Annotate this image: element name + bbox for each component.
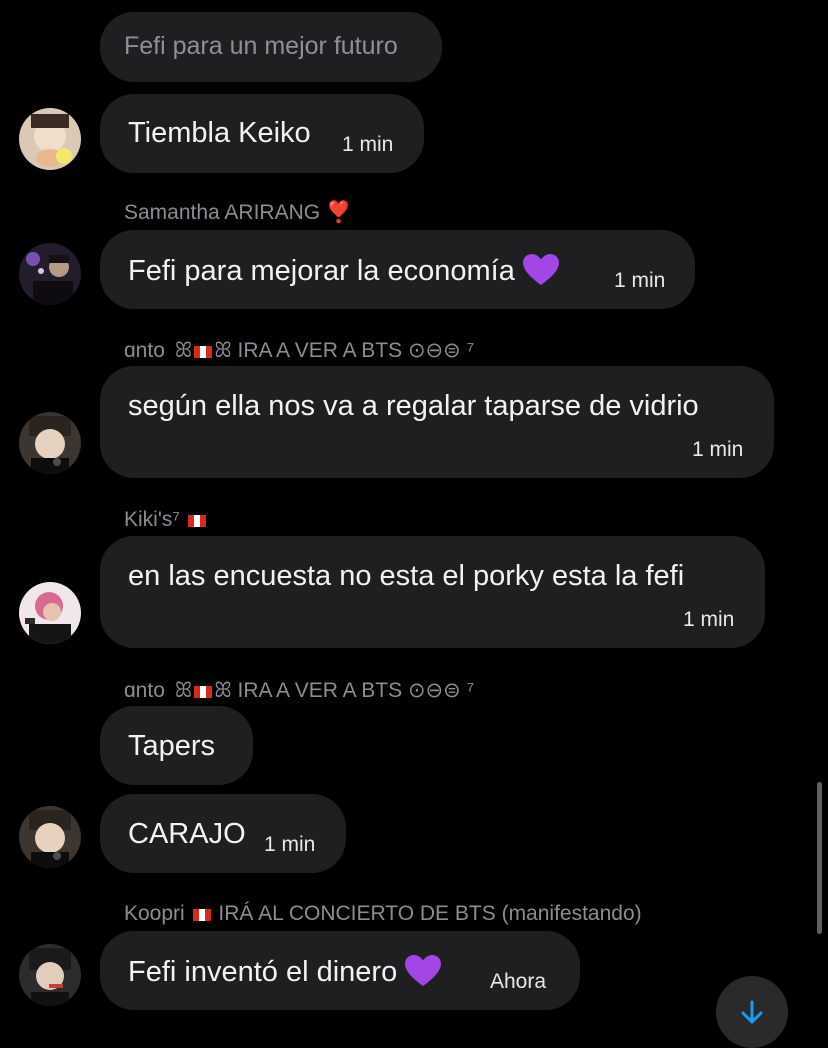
message-time: 1 min <box>342 133 394 156</box>
avatar[interactable] <box>19 944 81 1006</box>
message-time: 1 min <box>614 269 666 292</box>
sender-name[interactable]: Kiki's⁷ <box>124 508 208 532</box>
message-bubble[interactable]: en las encuesta no esta el porky esta la… <box>100 536 765 648</box>
message-text: Tapers <box>128 730 216 762</box>
ribbon-flag-icon: ꕤ <box>214 679 232 702</box>
peru-flag-icon <box>192 909 211 921</box>
message-text: Fefi para mejorar la economía <box>128 254 559 288</box>
message-time: 1 min <box>683 608 735 631</box>
sender-label: Koopri <box>124 902 185 925</box>
ribbon-flag-icon: ꕤ <box>214 339 232 362</box>
sender-label: Kiki's⁷ <box>124 508 180 531</box>
arrow-down-icon <box>741 1000 763 1024</box>
sender-name[interactable]: Koopri IRÁ AL CONCIERTO DE BTS (manifest… <box>124 902 642 926</box>
avatar[interactable] <box>19 243 81 305</box>
message-text: Fefi para un mejor futuro <box>124 32 398 60</box>
message-bubble[interactable]: Fefi inventó el dinero Ahora <box>100 931 580 1010</box>
message-text-content: Fefi para mejorar la economía <box>128 255 515 287</box>
avatar[interactable] <box>19 582 81 644</box>
purple-heart-icon <box>405 955 442 986</box>
ribbon-flag-icon: ꕤ <box>174 339 193 362</box>
sender-tail: IRA A VER A BTS ⊙⊖⊜ ⁷ <box>237 339 475 362</box>
message-time: 1 min <box>264 833 316 856</box>
peru-flag-icon <box>194 686 213 698</box>
message-bubble[interactable]: CARAJO 1 min <box>100 794 346 873</box>
sender-name[interactable]: ɑnto ꕤꕤ IRA A VER A BTS ⊙⊖⊜ ⁷ <box>124 338 474 363</box>
peru-flag-icon <box>187 515 206 527</box>
message-bubble[interactable]: Fefi para un mejor futuro <box>100 12 442 82</box>
avatar[interactable] <box>19 108 81 170</box>
sender-label: ɑnto <box>124 339 165 362</box>
ribbon-flag-icon: ꕤ <box>174 679 193 702</box>
message-time: Ahora <box>490 970 547 993</box>
peru-flag-icon <box>194 346 213 358</box>
message-text: en las encuesta no esta el porky esta la… <box>128 560 685 592</box>
message-text: según ella nos va a regalar taparse de v… <box>128 390 699 422</box>
message-time: 1 min <box>692 438 744 461</box>
avatar[interactable] <box>19 806 81 868</box>
sender-name[interactable]: ɑnto ꕤꕤ IRA A VER A BTS ⊙⊖⊜ ⁷ <box>124 678 474 703</box>
message-text: Fefi inventó el dinero <box>128 955 442 989</box>
sender-label: ɑnto <box>124 679 165 702</box>
scrollbar-thumb[interactable] <box>817 782 822 934</box>
sender-tail: IRA A VER A BTS ⊙⊖⊜ ⁷ <box>237 679 475 702</box>
avatar[interactable] <box>19 412 81 474</box>
message-bubble[interactable]: Tapers <box>100 706 253 785</box>
purple-heart-icon <box>522 254 559 285</box>
message-bubble[interactable]: Fefi para mejorar la economía 1 min <box>100 230 695 309</box>
message-text: Tiembla Keiko <box>128 117 311 149</box>
sender-name[interactable]: Samantha ARIRANG ❣️ <box>124 201 352 225</box>
sender-tail: IRÁ AL CONCIERTO DE BTS (manifestando) <box>218 902 642 925</box>
sender-label: Samantha ARIRANG ❣️ <box>124 201 353 224</box>
scroll-to-bottom-button[interactable] <box>716 976 788 1048</box>
message-text: CARAJO <box>128 818 246 850</box>
message-bubble[interactable]: Tiembla Keiko 1 min <box>100 94 424 173</box>
message-text-content: Fefi inventó el dinero <box>128 956 398 988</box>
message-bubble[interactable]: según ella nos va a regalar taparse de v… <box>100 366 774 478</box>
